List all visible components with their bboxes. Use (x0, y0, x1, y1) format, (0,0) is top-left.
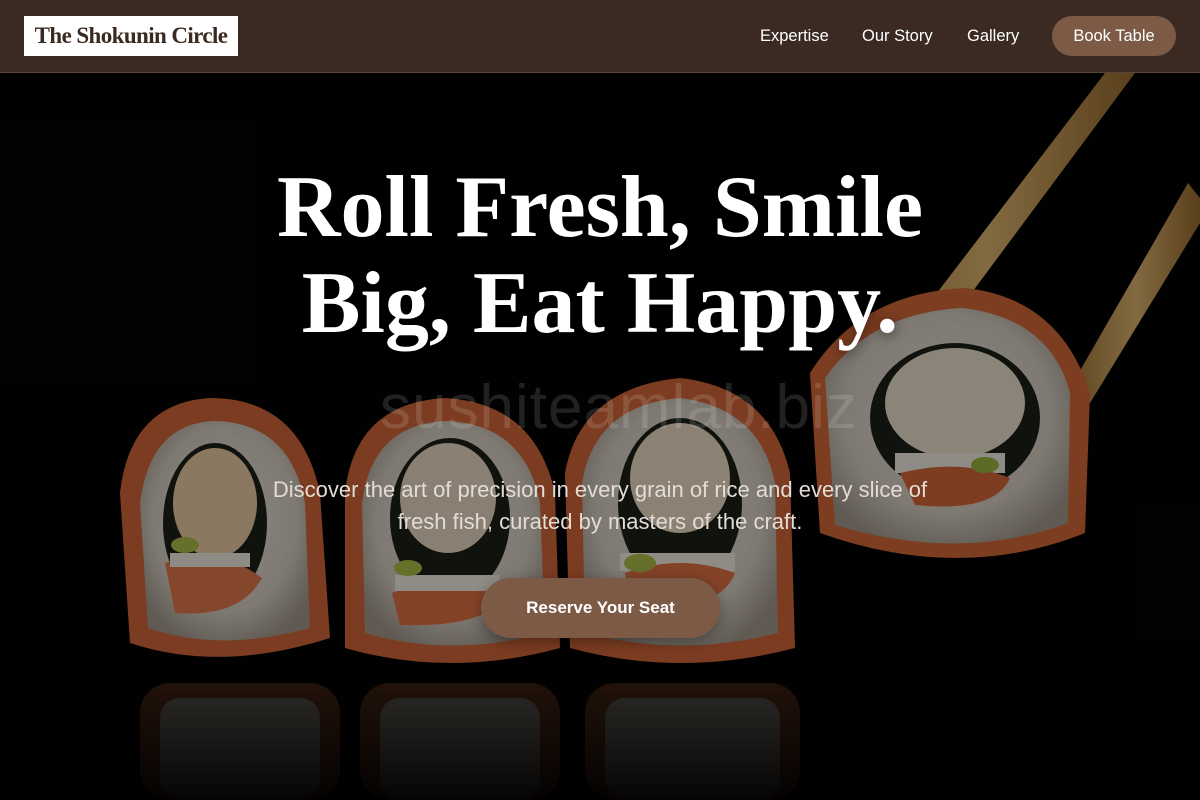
reserve-seat-button[interactable]: Reserve Your Seat (481, 578, 720, 638)
hero-subtext: Discover the art of precision in every g… (272, 477, 928, 534)
nav-link-our-story[interactable]: Our Story (862, 25, 933, 47)
nav-link-gallery[interactable]: Gallery (967, 25, 1019, 47)
book-table-button[interactable]: Book Table (1052, 16, 1176, 56)
image-watermark: sushiteamlab.biz (380, 373, 858, 442)
nav-link-expertise[interactable]: Expertise (760, 25, 829, 47)
hero-headline: Roll Fresh, Smile Big, Eat Happy. (276, 159, 924, 352)
top-navigation-bar: The Shokunin Circle Expertise Our Story … (0, 0, 1200, 73)
site-logo[interactable]: The Shokunin Circle (24, 16, 238, 56)
